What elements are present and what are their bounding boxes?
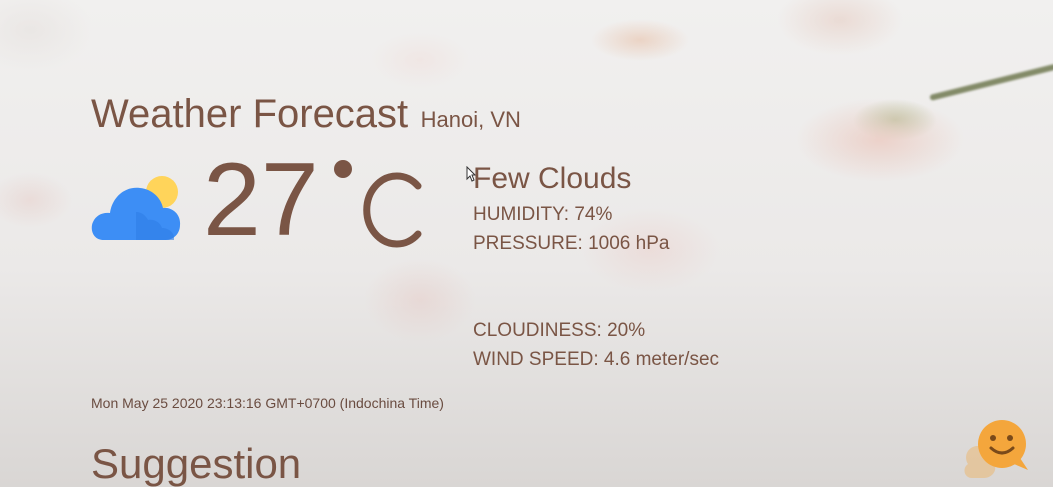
pressure-stat: PRESSURE: 1006 hPa [473, 233, 670, 254]
smiley-chat-icon[interactable] [962, 418, 1030, 482]
cloudiness-stat: CLOUDINESS: 20% [473, 320, 646, 341]
timestamp: Mon May 25 2020 23:13:16 GMT+0700 (Indoc… [91, 395, 444, 411]
wind-speed-stat: WIND SPEED: 4.6 meter/sec [473, 349, 720, 370]
degree-celsius-icon [334, 160, 422, 248]
temperature-value: 27 [203, 142, 319, 258]
weather-description: Few Clouds [473, 162, 632, 195]
cloud-sun-icon [91, 176, 181, 240]
suggestion-heading: Suggestion [91, 440, 302, 487]
weather-app: Weather Forecast Hanoi, VN 27 Few Clouds… [0, 0, 1053, 487]
location-label: Hanoi, VN [420, 107, 521, 132]
page-title: Weather Forecast [91, 92, 409, 136]
humidity-stat: HUMIDITY: 74% [473, 204, 613, 225]
header: Weather Forecast Hanoi, VN [91, 92, 521, 137]
